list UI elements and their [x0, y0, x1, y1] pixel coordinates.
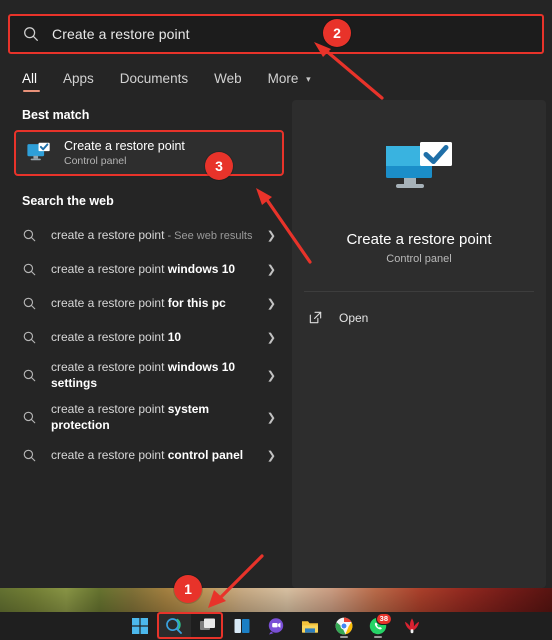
search-button[interactable]: [157, 613, 191, 639]
restore-point-icon: [27, 142, 50, 161]
annotation-badge-2-label: 2: [333, 25, 341, 41]
search-icon: [23, 331, 36, 343]
search-icon: [24, 27, 38, 41]
web-suggestion-label: create a restore point system protection: [51, 402, 210, 432]
search-icon: [23, 411, 36, 423]
search-web-heading: Search the web: [22, 194, 114, 208]
best-match-title: Create a restore point: [64, 138, 185, 153]
tab-more-label: More: [267, 71, 299, 86]
web-suggestion-row[interactable]: create a restore point for this pc ❯: [14, 286, 284, 320]
tab-more[interactable]: More ▾: [268, 71, 311, 94]
huawei-icon: [405, 618, 419, 634]
web-suggestion-label: create a restore point 10: [51, 330, 182, 344]
preview-content: Create a restore point Control panel: [292, 100, 546, 265]
chevron-right-icon: ❯: [266, 331, 276, 344]
web-suggestion-row[interactable]: create a restore point - See web results…: [14, 218, 284, 252]
teams-chat-icon: [268, 618, 284, 635]
preview-pane: Create a restore point Control panel Ope…: [292, 100, 546, 588]
annotation-badge-1: 1: [174, 575, 202, 603]
task-view-button[interactable]: [191, 613, 225, 639]
preview-open-action[interactable]: Open: [292, 292, 546, 325]
best-match-heading: Best match: [22, 108, 90, 122]
folder-icon: [302, 621, 318, 633]
file-explorer-button[interactable]: [293, 613, 327, 639]
preview-open-label: Open: [339, 310, 369, 325]
search-input-value: Create a restore point: [52, 26, 190, 42]
widgets-icon: [234, 619, 250, 633]
search-filter-tabs: All Apps Documents Web More ▾: [0, 54, 552, 94]
search-results-body: Best match Create a restore point Contro…: [0, 94, 552, 588]
chrome-button[interactable]: [327, 613, 361, 639]
tab-apps[interactable]: Apps: [63, 71, 94, 94]
tab-documents[interactable]: Documents: [120, 71, 188, 94]
tab-apps-label: Apps: [63, 71, 94, 86]
search-icon: [166, 618, 182, 634]
web-suggestion-label: create a restore point - See web results: [51, 227, 253, 242]
tab-documents-label: Documents: [119, 71, 189, 86]
taskbar-running-indicator: [340, 636, 348, 638]
web-suggestion-label: create a restore point control panel: [51, 448, 244, 462]
annotation-badge-1-label: 1: [184, 581, 192, 597]
web-suggestion-row[interactable]: create a restore point control panel ❯: [14, 438, 284, 472]
best-match-subtitle: Control panel: [64, 154, 127, 167]
tab-all-label: All: [22, 71, 38, 86]
search-flyout-panel: Create a restore point All Apps Document…: [0, 0, 552, 588]
chevron-right-icon: ❯: [266, 449, 276, 462]
search-icon: [23, 297, 36, 309]
widgets-button[interactable]: [225, 613, 259, 639]
search-bar-container: Create a restore point: [8, 14, 544, 54]
taskbar-notification-badge: 38: [375, 613, 392, 625]
annotation-badge-3: 3: [205, 152, 233, 180]
taskbar-running-indicator: [374, 636, 382, 638]
search-icon: [23, 369, 36, 381]
search-icon: [23, 263, 36, 275]
results-list-column: Best match Create a restore point Contro…: [0, 94, 292, 588]
chevron-right-icon: ❯: [266, 263, 276, 276]
web-suggestion-row[interactable]: create a restore point windows 10 ❯: [14, 252, 284, 286]
preview-title: Create a restore point: [346, 231, 492, 248]
whatsapp-button[interactable]: 38: [361, 613, 395, 639]
best-match-text: Create a restore point Control panel: [64, 139, 185, 168]
web-suggestions-list: create a restore point - See web results…: [0, 216, 292, 472]
preview-subtitle: Control panel: [386, 253, 452, 265]
chevron-right-icon: ❯: [266, 369, 276, 382]
best-match-container: Create a restore point Control panel: [14, 130, 284, 176]
annotation-badge-2: 2: [323, 19, 351, 47]
tab-web[interactable]: Web: [214, 71, 242, 94]
best-match-result[interactable]: Create a restore point Control panel: [14, 130, 284, 176]
search-icon: [23, 229, 36, 241]
web-suggestion-row[interactable]: create a restore point 10 ❯: [14, 320, 284, 354]
teams-button[interactable]: [259, 613, 293, 639]
tab-all[interactable]: All: [22, 71, 41, 94]
chevron-right-icon: ❯: [266, 229, 276, 242]
search-icon: [23, 449, 36, 461]
taskbar: 38: [0, 612, 552, 640]
search-input[interactable]: Create a restore point: [8, 14, 544, 54]
web-suggestion-row[interactable]: create a restore point windows 10 settin…: [14, 354, 284, 396]
chrome-icon: [335, 617, 353, 635]
chevron-down-icon: ▾: [306, 74, 311, 84]
huawei-button[interactable]: [395, 613, 429, 639]
open-external-icon: [309, 311, 322, 324]
taskbar-items: 38: [123, 613, 429, 639]
web-suggestion-label: create a restore point windows 10 settin…: [51, 360, 236, 390]
chevron-right-icon: ❯: [266, 411, 276, 424]
windows-start-icon: [132, 618, 148, 634]
tab-web-label: Web: [214, 71, 242, 86]
windows-search-screen: Create a restore point All Apps Document…: [0, 0, 552, 640]
web-suggestion-label: create a restore point windows 10: [51, 262, 236, 276]
task-view-icon: [200, 618, 215, 630]
web-suggestion-label: create a restore point for this pc: [51, 296, 226, 310]
start-button[interactable]: [123, 613, 157, 639]
chevron-right-icon: ❯: [266, 297, 276, 310]
restore-point-icon: [386, 142, 452, 188]
annotation-badge-3-label: 3: [215, 158, 223, 174]
web-suggestion-row[interactable]: create a restore point system protection…: [14, 396, 284, 438]
